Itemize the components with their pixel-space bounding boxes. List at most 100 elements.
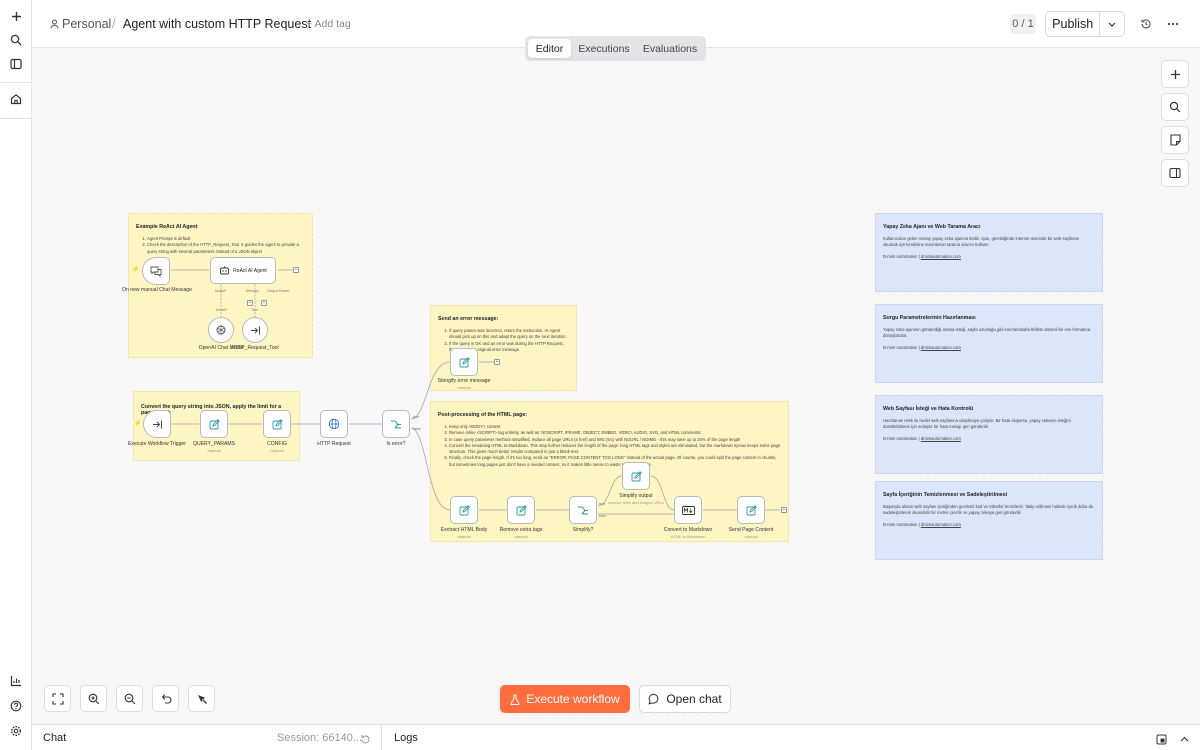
add-sticky-button[interactable]	[1161, 126, 1189, 154]
sticky-note-web-request[interactable]: Web Sayfası İsteği ve Hata Kontrolü Hazı…	[875, 395, 1103, 474]
note-body: Yapay zeka ajanının gönderdiği arama ist…	[883, 327, 1091, 339]
node-execute-workflow-trigger[interactable]	[143, 410, 171, 438]
markdown-icon	[681, 505, 695, 515]
note-list: Keep only <BODY> content Remove inline <…	[438, 424, 781, 468]
node-label: Send Page Content	[728, 527, 774, 533]
fit-view-button[interactable]	[44, 685, 71, 712]
sticky-note-post-processing[interactable]: Post-processing of the HTML page: Keep o…	[430, 401, 789, 542]
add-tag-button[interactable]: + Add tag	[306, 18, 351, 30]
home-icon[interactable]	[6, 89, 26, 109]
node-stringify-error[interactable]	[450, 348, 478, 376]
search-icon[interactable]	[6, 30, 26, 50]
reset-session-icon[interactable]	[360, 732, 371, 750]
note-footer-text: D-mim Automation |	[883, 254, 921, 260]
add-node-plus[interactable]: +	[261, 300, 267, 306]
node-simplify-output[interactable]	[622, 462, 650, 490]
left-rail	[0, 0, 32, 750]
note-title: Sayfa İçeriğinin Temizlenmesi ve Sadeleş…	[883, 492, 1008, 498]
edit-icon	[516, 504, 527, 515]
zoom-out-button[interactable]	[116, 685, 143, 712]
chevron-down-icon[interactable]	[1100, 12, 1124, 36]
node-http-request[interactable]	[320, 410, 348, 438]
port-label: Model*	[215, 289, 227, 293]
history-icon[interactable]	[1137, 15, 1155, 33]
add-node-plus[interactable]: +	[247, 300, 253, 306]
wand-icon	[197, 694, 207, 704]
sticky-note-query-params[interactable]: Sorgu Parametrelerinin Hazırlanması Yapa…	[875, 304, 1103, 383]
breadcrumb-project[interactable]: Personal	[62, 17, 111, 31]
note-body: Başarıyla alınan web sayfası içeriğinden…	[883, 504, 1094, 516]
chevron-up-icon[interactable]	[1179, 732, 1190, 750]
node-convert-markdown[interactable]	[674, 496, 702, 524]
note-footer-text: D-mim Automation |	[883, 522, 921, 528]
add-node-plus[interactable]: +	[781, 507, 787, 513]
node-simplify[interactable]	[569, 496, 597, 524]
node-label: Simplify?	[572, 527, 594, 533]
panel-icon[interactable]	[6, 54, 26, 74]
node-send-page-content[interactable]	[737, 496, 765, 524]
settings-icon[interactable]	[6, 721, 26, 741]
note-footer: D-mim Automation | dmimautomation.com	[883, 436, 1095, 442]
fit-view-icon	[51, 692, 64, 705]
node-is-error[interactable]	[382, 410, 410, 438]
session-id: Session: 66140...	[277, 732, 363, 744]
sticky-note-ai-agent-web[interactable]: Yapay Zeka Ajanı ve Web Tarama Aracı Kul…	[875, 213, 1103, 292]
node-query-params[interactable]	[200, 410, 228, 438]
search-icon	[1169, 101, 1181, 113]
note-item: Convert the remaining HTML to Markdown. …	[449, 443, 781, 456]
plus-icon[interactable]	[6, 6, 26, 26]
note-item: Finally, check the page length. If it's …	[449, 455, 781, 468]
more-options-icon[interactable]	[1164, 15, 1182, 33]
note-link[interactable]: dmimautomation.com	[921, 522, 961, 527]
tab-editor[interactable]: Editor	[528, 39, 571, 58]
edit-icon	[459, 356, 470, 367]
workflow-name[interactable]: Agent with custom HTTP Request	[123, 17, 311, 31]
note-footer-text: D-mim Automation |	[883, 345, 921, 351]
toggle-panel-button[interactable]	[1161, 159, 1189, 187]
workflow-canvas[interactable]: Example ReAct AI Agent Agent Prompt is d…	[32, 49, 1200, 724]
node-sublabel: manual	[457, 385, 471, 390]
note-title: Example ReAct AI Agent	[136, 224, 198, 230]
node-remove-extra-tags[interactable]	[507, 496, 535, 524]
note-title: Web Sayfası İsteği ve Hata Kontrolü	[883, 406, 974, 412]
help-icon[interactable]	[6, 696, 26, 716]
note-link[interactable]: dmimautomation.com	[921, 254, 961, 259]
node-react-agent[interactable]: ReAct AI Agent	[210, 257, 276, 284]
tab-evaluations[interactable]: Evaluations	[637, 39, 703, 58]
node-http-request-tool[interactable]	[242, 317, 268, 343]
node-config[interactable]	[263, 410, 291, 438]
popout-icon[interactable]	[1156, 732, 1167, 750]
tab-executions[interactable]: Executions	[573, 39, 635, 58]
zoom-in-icon	[88, 693, 99, 704]
globe-icon	[328, 418, 340, 430]
node-chat-trigger[interactable]	[142, 257, 170, 285]
note-footer: D-mim Automation | dmimautomation.com	[883, 522, 1095, 528]
node-label: Is error?	[386, 441, 406, 447]
insights-icon[interactable]	[6, 671, 26, 691]
zoom-in-button[interactable]	[80, 685, 107, 712]
undo-button[interactable]	[152, 685, 179, 712]
add-node-plus[interactable]: +	[494, 359, 500, 365]
note-link[interactable]: dmimautomation.com	[921, 436, 961, 441]
chat-panel-tab[interactable]: Chat	[43, 732, 66, 744]
port-label: Output Parser	[267, 289, 290, 293]
tidy-up-button[interactable]	[188, 685, 215, 712]
sticky-note-content-cleanup[interactable]: Sayfa İçeriğinin Temizlenmesi ve Sadeleş…	[875, 481, 1103, 560]
node-openai-chat-model[interactable]	[208, 317, 234, 343]
node-label: HTTP_Request_Tool	[231, 345, 279, 351]
add-node-plus[interactable]: +	[293, 267, 299, 273]
canvas-search-button[interactable]	[1161, 93, 1189, 121]
port-label: Memory	[246, 289, 259, 293]
note-link[interactable]: dmimautomation.com	[921, 345, 961, 350]
flask-icon	[510, 694, 520, 705]
branch-label: false	[599, 514, 607, 518]
publish-button[interactable]: Publish	[1046, 12, 1101, 36]
execute-workflow-button[interactable]: Execute workflow	[500, 685, 630, 713]
node-extract-html-body[interactable]	[450, 496, 478, 524]
open-chat-button[interactable]: Open chat	[639, 685, 731, 713]
add-node-button[interactable]	[1161, 60, 1189, 88]
note-item: Check the description of the HTTP_Reques…	[147, 242, 305, 255]
note-item: In case query parameter method=simplifie…	[449, 437, 781, 443]
publish-button-group: Publish	[1045, 11, 1125, 37]
logs-panel-tab[interactable]: Logs	[394, 732, 418, 744]
